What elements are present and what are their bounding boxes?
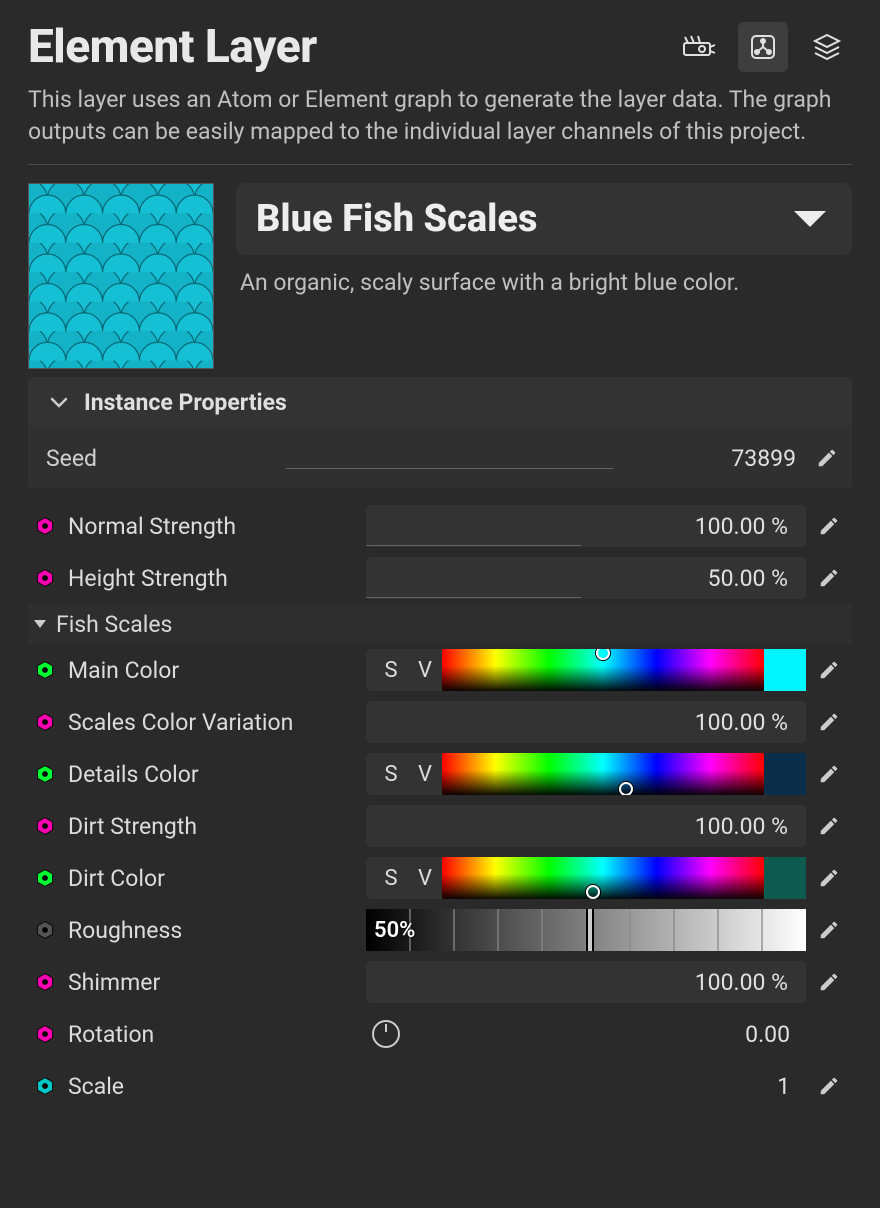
- node-icon: [34, 763, 56, 785]
- param-label: Main Color: [68, 657, 354, 684]
- seed-value: 73899: [731, 445, 796, 472]
- hue-slider[interactable]: [442, 753, 764, 795]
- param-scale: Scale 1: [28, 1060, 852, 1112]
- node-icon: [34, 515, 56, 537]
- layers-icon[interactable]: [802, 22, 852, 72]
- param-label: Scale: [68, 1073, 354, 1100]
- subgroup-fish-scales[interactable]: Fish Scales: [28, 604, 852, 644]
- param-main-color: Main Color S V: [28, 644, 852, 696]
- saturation-button[interactable]: S: [374, 762, 408, 787]
- seed-row: Seed 73899: [28, 432, 852, 484]
- node-icon: [34, 971, 56, 993]
- color-swatch[interactable]: [764, 857, 806, 899]
- param-dirt-strength: Dirt Strength 100.00 %: [28, 800, 852, 852]
- param-label: Scales Color Variation: [68, 709, 354, 736]
- percent-input[interactable]: 50.00 %: [366, 557, 806, 599]
- param-roughness: Roughness 50%: [28, 904, 852, 956]
- roughness-value: 50%: [366, 918, 415, 943]
- pencil-icon[interactable]: [818, 515, 840, 537]
- rotation-value: 0.00: [408, 1021, 796, 1048]
- parameters: Normal Strength 100.00 % Height Strength…: [28, 500, 852, 1112]
- color-input[interactable]: S V: [366, 857, 806, 899]
- color-input[interactable]: S V: [366, 753, 806, 795]
- node-icon: [34, 567, 56, 589]
- instance-properties-section: Instance Properties Seed 73899: [28, 377, 852, 488]
- preset-dropdown[interactable]: Blue Fish Scales: [236, 183, 852, 255]
- triangle-down-icon: [34, 620, 46, 628]
- hue-slider[interactable]: [442, 857, 764, 899]
- page-title: Element Layer: [28, 20, 317, 74]
- param-rotation: Rotation 0.00: [28, 1008, 852, 1060]
- node-icon: [34, 659, 56, 681]
- roughness-slider[interactable]: 50%: [366, 909, 806, 951]
- seed-label: Seed: [42, 445, 272, 472]
- node-icon: [34, 815, 56, 837]
- param-label: Dirt Strength: [68, 813, 354, 840]
- hue-slider[interactable]: [442, 649, 764, 691]
- param-label: Roughness: [68, 917, 354, 944]
- scale-value: 1: [366, 1073, 796, 1100]
- pencil-icon[interactable]: [818, 567, 840, 589]
- param-details-color: Details Color S V: [28, 748, 852, 800]
- pencil-icon[interactable]: [818, 919, 840, 941]
- percent-input[interactable]: 100.00 %: [366, 701, 806, 743]
- dial-icon[interactable]: [372, 1020, 400, 1048]
- param-height-strength: Height Strength 50.00 %: [28, 552, 852, 604]
- preset-name: Blue Fish Scales: [256, 197, 538, 241]
- value-button[interactable]: V: [408, 866, 442, 891]
- node-icon: [34, 867, 56, 889]
- param-label: Normal Strength: [68, 513, 354, 540]
- node-icon: [34, 1075, 56, 1097]
- pencil-icon[interactable]: [818, 711, 840, 733]
- color-swatch[interactable]: [764, 649, 806, 691]
- color-input[interactable]: S V: [366, 649, 806, 691]
- param-label: Rotation: [68, 1021, 354, 1048]
- param-label: Details Color: [68, 761, 354, 788]
- divider: [28, 164, 852, 165]
- pencil-icon[interactable]: [818, 659, 840, 681]
- value-button[interactable]: V: [408, 658, 442, 683]
- percent-input[interactable]: 100.00 %: [366, 505, 806, 547]
- param-label: Shimmer: [68, 969, 354, 996]
- param-shimmer: Shimmer 100.00 %: [28, 956, 852, 1008]
- value-button[interactable]: V: [408, 762, 442, 787]
- node-icon: [34, 1023, 56, 1045]
- graph-icon[interactable]: [738, 22, 788, 72]
- saturation-button[interactable]: S: [374, 658, 408, 683]
- node-icon: [34, 711, 56, 733]
- layer-description: This layer uses an Atom or Element graph…: [28, 84, 852, 148]
- param-scales-variation: Scales Color Variation 100.00 %: [28, 696, 852, 748]
- preset-row: Blue Fish Scales An organic, scaly surfa…: [28, 183, 852, 369]
- section-header-instance[interactable]: Instance Properties: [28, 377, 852, 428]
- preset-thumbnail[interactable]: [28, 183, 214, 369]
- param-dirt-color: Dirt Color S V: [28, 852, 852, 904]
- projector-icon[interactable]: [674, 22, 724, 72]
- percent-input[interactable]: 100.00 %: [366, 961, 806, 1003]
- pencil-icon[interactable]: [818, 1075, 840, 1097]
- chevron-down-icon: [794, 211, 826, 227]
- param-normal-strength: Normal Strength 100.00 %: [28, 500, 852, 552]
- header: Element Layer: [28, 20, 852, 74]
- pencil-icon[interactable]: [816, 447, 838, 469]
- rotation-input[interactable]: 0.00: [366, 1013, 806, 1055]
- chevron-down-icon: [50, 397, 68, 409]
- percent-input[interactable]: 100.00 %: [366, 805, 806, 847]
- color-swatch[interactable]: [764, 753, 806, 795]
- pencil-icon[interactable]: [818, 867, 840, 889]
- header-toolbar: [674, 22, 852, 72]
- preset-description: An organic, scaly surface with a bright …: [236, 269, 852, 296]
- pencil-icon[interactable]: [818, 763, 840, 785]
- pencil-icon[interactable]: [818, 815, 840, 837]
- subgroup-label: Fish Scales: [56, 611, 172, 638]
- param-label: Dirt Color: [68, 865, 354, 892]
- node-icon: [34, 919, 56, 941]
- pencil-icon[interactable]: [818, 971, 840, 993]
- param-label: Height Strength: [68, 565, 354, 592]
- seed-input[interactable]: 73899: [286, 445, 802, 472]
- scale-input[interactable]: 1: [366, 1065, 806, 1107]
- saturation-button: S: [374, 866, 408, 891]
